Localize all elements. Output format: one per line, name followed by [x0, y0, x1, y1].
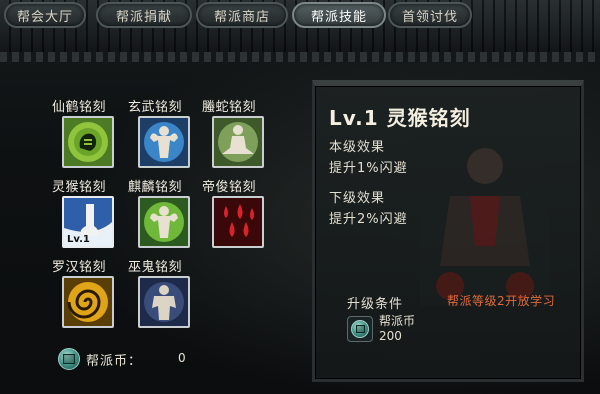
- skill-level-badge: Lv.1: [67, 234, 90, 245]
- skill-icon-button[interactable]: [62, 116, 114, 168]
- coin-glyph: [351, 320, 369, 338]
- current-effect-value: 提升1%闪避: [329, 161, 408, 176]
- current-effect-label: 本级效果: [329, 140, 386, 155]
- blood-drops-icon: [214, 198, 262, 246]
- tab-guild-shop[interactable]: 帮派商店: [196, 2, 288, 28]
- upgrade-cost: 帮派币 200: [347, 314, 415, 344]
- skill-icon-button[interactable]: [138, 196, 190, 248]
- guild-skills-screen: 帮会大厅 帮派捐献 帮派商店 帮派技能 首领讨伐 仙鹤铭刻 玄武铭刻 螣蛇铭刻 …: [0, 0, 600, 394]
- cost-name: 帮派币: [379, 314, 416, 328]
- muscle-man-icon: [140, 278, 188, 326]
- tab-guild-donate[interactable]: 帮派捐献: [96, 2, 192, 28]
- cost-value: 200: [379, 329, 402, 343]
- skill-name: 巫鬼铭刻: [128, 260, 183, 275]
- skill-detail-panel: Lv.1 灵猴铭刻 本级效果 提升1%闪避 下级效果 提升2%闪避 升级条件 帮…: [312, 80, 584, 382]
- skill-icon-button[interactable]: [212, 196, 264, 248]
- skill-icon-button[interactable]: [212, 116, 264, 168]
- skill-name: 螣蛇铭刻: [202, 100, 257, 115]
- next-effect-label: 下级效果: [329, 191, 386, 206]
- skill-level: Lv.1: [329, 106, 379, 130]
- monk-silhouette-background: [420, 136, 550, 306]
- guild-coin-icon: [58, 348, 80, 370]
- currency-value: 0: [178, 351, 186, 365]
- guild-currency: 帮派币： 0: [58, 348, 186, 370]
- next-effect-value: 提升2%闪避: [329, 212, 408, 227]
- tab-boss-hunt[interactable]: 首领讨伐: [388, 2, 472, 28]
- skill-title: Lv.1 灵猴铭刻: [329, 102, 471, 131]
- skill-name: 麒麟铭刻: [128, 180, 183, 195]
- skill-name: 仙鹤铭刻: [52, 100, 107, 115]
- skill-name: 罗汉铭刻: [52, 260, 107, 275]
- muscle-flex-icon: [140, 198, 188, 246]
- skill-icon-button-selected[interactable]: Lv.1: [62, 196, 114, 248]
- cost-text: 帮派币 200: [379, 314, 415, 344]
- skill-icon-button[interactable]: [62, 276, 114, 328]
- meditation-icon: [214, 118, 262, 166]
- skill-name: 玄武铭刻: [128, 100, 183, 115]
- skill-name: 灵猴铭刻: [52, 180, 107, 195]
- tab-bar: 帮会大厅 帮派捐献 帮派商店 帮派技能 首领讨伐: [0, 0, 600, 32]
- muscle-flex-icon: [140, 118, 188, 166]
- guild-coin-icon: [347, 316, 373, 342]
- skill-name: 灵猴铭刻: [386, 106, 471, 130]
- spiral-icon: [64, 278, 112, 326]
- skill-icon-button[interactable]: [138, 116, 190, 168]
- tab-guild-skills[interactable]: 帮派技能: [292, 2, 386, 28]
- crane-fist-icon: [64, 118, 112, 166]
- roof-edge: [0, 52, 600, 62]
- tab-guild-hall[interactable]: 帮会大厅: [4, 2, 86, 28]
- upgrade-label: 升级条件: [347, 297, 404, 312]
- currency-label: 帮派币：: [86, 353, 143, 369]
- upgrade-condition: 帮派等级2开放学习: [447, 294, 556, 308]
- skill-name: 帝俊铭刻: [202, 180, 257, 195]
- skill-icon-button[interactable]: [138, 276, 190, 328]
- skill-grid: 仙鹤铭刻 玄武铭刻 螣蛇铭刻 灵猴铭刻 Lv.1 麒麟铭刻 帝俊铭刻 罗汉铭刻 …: [42, 86, 292, 386]
